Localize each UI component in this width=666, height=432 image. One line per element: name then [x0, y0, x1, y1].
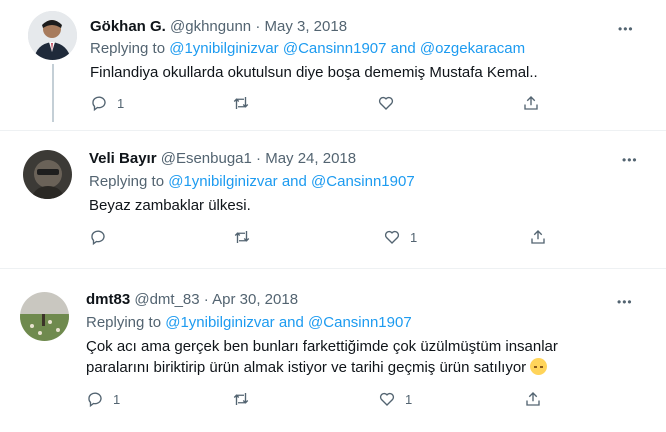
and-label: and — [281, 173, 307, 190]
heart-icon — [378, 96, 394, 110]
tweet-text: Beyaz zambaklar ülkesi. — [89, 197, 251, 214]
mention-link[interactable]: @Cansinn1907 — [283, 40, 387, 57]
mention-link[interactable]: @1ynibilginizvar — [168, 173, 277, 190]
replying-to: Replying to @1ynibilginizvar @Cansinn190… — [90, 40, 525, 58]
share-button[interactable] — [529, 228, 547, 246]
tweet-veli[interactable]: Veli Bayır @Esenbuga1 · May 24, 2018 •••… — [17, 140, 655, 260]
and-label: and — [278, 314, 304, 331]
tweet-text-line: Çok acı ama gerçek ben bunları farkettiğ… — [86, 338, 558, 355]
user-handle[interactable]: @gkhngunn — [170, 18, 251, 35]
like-button[interactable]: 1 — [378, 390, 412, 408]
display-name[interactable]: dmt83 — [86, 291, 130, 308]
reply-count: 1 — [117, 95, 125, 111]
mention-link[interactable]: @Cansinn1907 — [311, 173, 415, 190]
tweet-date[interactable]: May 24, 2018 — [265, 150, 356, 167]
tweet-date[interactable]: Apr 30, 2018 — [212, 291, 298, 308]
tweet-dmt83[interactable]: dmt83 @dmt_83 · Apr 30, 2018 ••• Replyin… — [10, 279, 658, 421]
reply-button[interactable] — [89, 228, 116, 246]
retweet-icon — [233, 393, 249, 405]
replying-to: Replying to @1ynibilginizvar and @Cansin… — [89, 173, 415, 191]
tweet-text: Çok acı ama gerçek ben bunları farkettiğ… — [86, 336, 646, 378]
more-options-icon[interactable]: ••• — [622, 153, 638, 167]
like-count: 1 — [410, 229, 418, 245]
like-count: 1 — [405, 391, 413, 407]
retweet-button[interactable] — [232, 94, 259, 112]
reply-icon — [91, 230, 105, 246]
replying-to-label: Replying to — [89, 173, 165, 190]
user-handle[interactable]: @Esenbuga1 — [161, 150, 252, 167]
separator-dot: · — [256, 150, 262, 167]
like-button[interactable]: 1 — [383, 228, 417, 246]
avatar[interactable] — [20, 292, 69, 341]
avatar[interactable] — [28, 11, 77, 60]
display-name[interactable]: Gökhan G. — [90, 18, 166, 35]
divider — [0, 130, 666, 131]
retweet-button[interactable] — [232, 390, 259, 408]
tweet-date[interactable]: May 3, 2018 — [264, 18, 347, 35]
and-label: and — [390, 40, 416, 57]
tweet-text-segment: paralarını biriktirip ürün almak istiyor… — [86, 359, 527, 376]
more-options-icon[interactable]: ••• — [617, 295, 633, 309]
share-icon — [524, 96, 538, 110]
tweet-text: Finlandiya okullarda okutulsun diye boşa… — [90, 64, 538, 81]
tweet-header: dmt83 @dmt_83 · Apr 30, 2018 — [86, 291, 298, 309]
more-options-icon[interactable]: ••• — [618, 22, 634, 36]
tweet-gokhan[interactable]: Gökhan G. @gkhngunn · May 3, 2018 ••• Re… — [22, 0, 648, 122]
mention-link[interactable]: @1ynibilginizvar — [169, 40, 278, 57]
heart-icon — [379, 392, 395, 406]
pensive-face-emoji-icon — [530, 358, 548, 375]
share-icon — [531, 230, 545, 244]
display-name[interactable]: Veli Bayır — [89, 150, 157, 167]
separator-dot: · — [203, 291, 209, 308]
retweet-button[interactable] — [233, 228, 260, 246]
heart-icon — [384, 230, 400, 244]
tweet-text-line: paralarını biriktirip ürün almak istiyor… — [86, 357, 646, 378]
reply-button[interactable]: 1 — [90, 94, 124, 112]
avatar[interactable] — [23, 150, 72, 199]
mention-link[interactable]: @ozgekaracam — [420, 40, 525, 57]
reply-count: 1 — [113, 391, 121, 407]
thread-line — [52, 64, 54, 122]
replying-to-label: Replying to — [90, 40, 166, 57]
mention-link[interactable]: @1ynibilginizvar — [165, 314, 274, 331]
share-icon — [526, 392, 540, 406]
user-handle[interactable]: @dmt_83 — [134, 291, 199, 308]
replying-to: Replying to @1ynibilginizvar and @Cansin… — [86, 314, 412, 332]
reply-icon — [92, 96, 106, 112]
reply-icon — [88, 392, 102, 408]
retweet-icon — [233, 97, 249, 109]
tweet-header: Gökhan G. @gkhngunn · May 3, 2018 — [90, 18, 347, 36]
separator-dot: · — [255, 18, 261, 35]
divider — [0, 268, 666, 269]
replying-to-label: Replying to — [86, 314, 162, 331]
mention-link[interactable]: @Cansinn1907 — [308, 314, 412, 331]
share-button[interactable] — [522, 94, 540, 112]
retweet-icon — [234, 231, 250, 243]
like-button[interactable] — [377, 94, 404, 112]
reply-button[interactable]: 1 — [86, 390, 120, 408]
tweet-header: Veli Bayır @Esenbuga1 · May 24, 2018 — [89, 150, 356, 168]
share-button[interactable] — [524, 390, 542, 408]
